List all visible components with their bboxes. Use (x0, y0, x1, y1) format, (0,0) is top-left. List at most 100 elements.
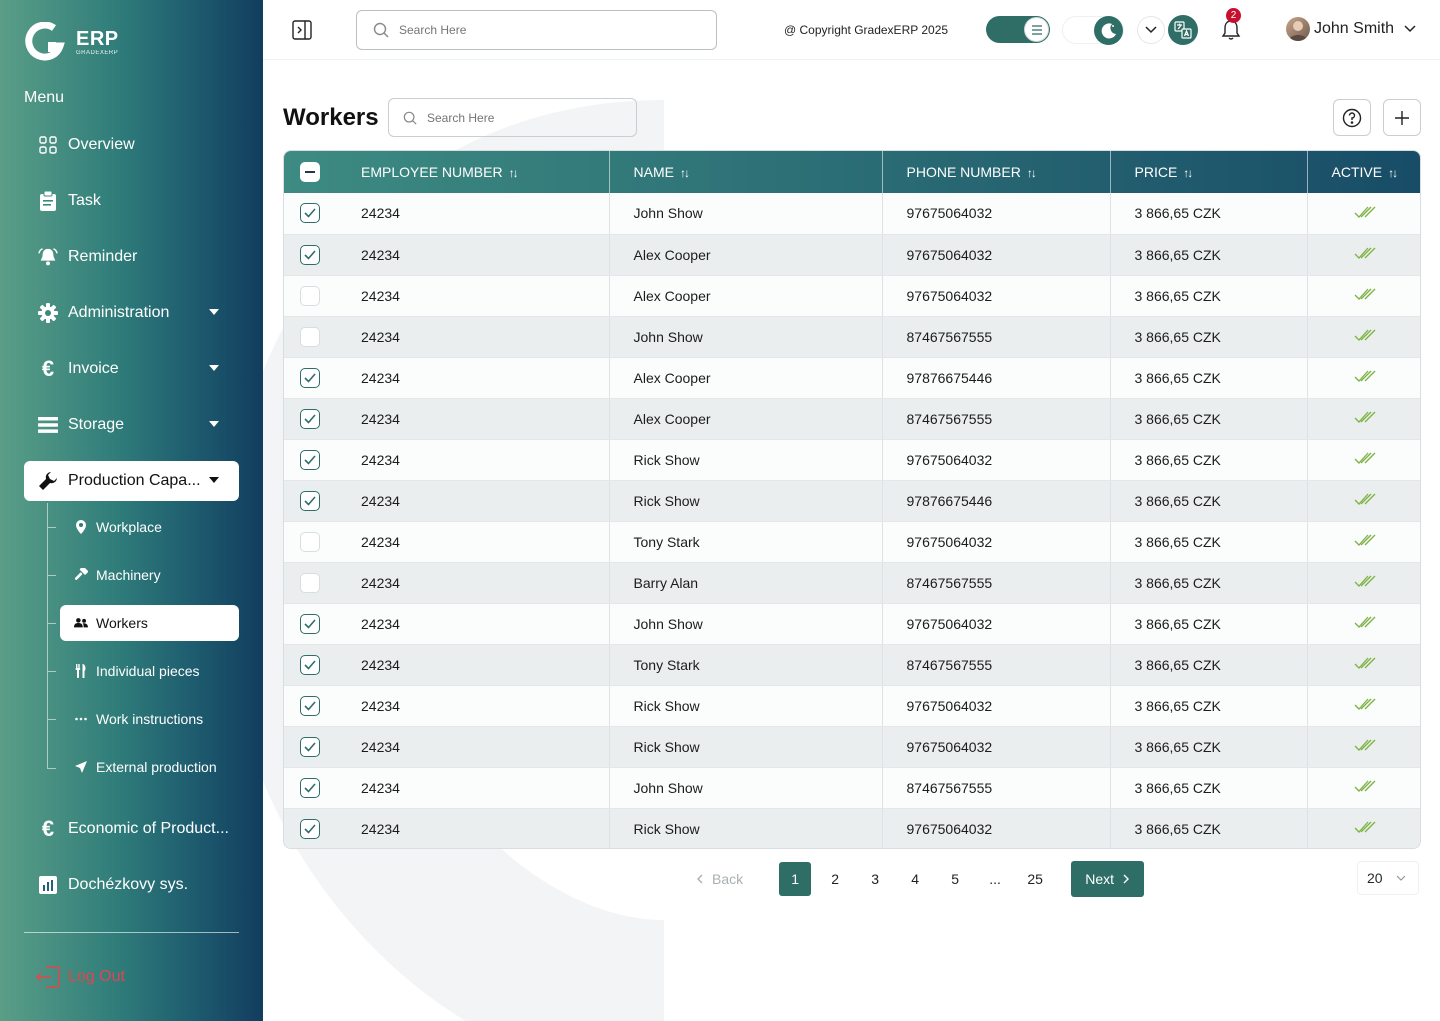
sidebar-item-reminder[interactable]: Reminder (24, 237, 239, 277)
sidebar-item-administration[interactable]: Administration (24, 293, 239, 333)
active-cell (1307, 808, 1420, 848)
row-checkbox[interactable] (300, 572, 320, 593)
dark-mode-toggle[interactable] (1062, 16, 1124, 45)
phone-number-cell: 97675064032 (882, 685, 1111, 727)
name-cell: John Show (609, 767, 883, 809)
column-header-price[interactable]: PRICE ↑↓ (1110, 151, 1308, 193)
active-cell (1307, 193, 1420, 235)
row-checkbox[interactable] (300, 531, 320, 552)
column-header-employee-number[interactable]: EMPLOYEE NUMBER ↑↓ (337, 151, 610, 193)
row-checkbox[interactable] (300, 285, 320, 306)
page-button-3[interactable]: 3 (859, 862, 891, 896)
row-checkbox[interactable] (300, 449, 320, 470)
sidebar-subitem-label: External production (96, 759, 217, 775)
pin-icon (74, 520, 88, 534)
global-search-box[interactable] (356, 10, 717, 50)
table-row[interactable]: 24234 Alex Cooper 97675064032 3 866,65 CZK (284, 275, 1420, 317)
sidebar-item-overview[interactable]: Overview (24, 125, 239, 165)
row-checkbox[interactable] (300, 203, 320, 224)
sidebar-subitem-individual-pieces[interactable]: Individual pieces (60, 653, 239, 689)
logo-mark-icon (25, 22, 65, 61)
sidebar-item-label: Storage (68, 416, 125, 433)
add-worker-button[interactable] (1383, 99, 1421, 136)
user-menu[interactable]: John Smith (1286, 17, 1416, 41)
table-row[interactable]: 24234 John Show 87467567555 3 866,65 CZK (284, 316, 1420, 358)
select-all-checkbox[interactable] (300, 162, 320, 182)
tree-tick (48, 768, 56, 769)
row-checkbox[interactable] (300, 490, 320, 511)
sidebar-subitem-external-production[interactable]: External production (60, 749, 239, 785)
table-row[interactable]: 24234 Tony Stark 87467567555 3 866,65 CZK (284, 644, 1420, 686)
sidebar-item-production-capacity[interactable]: Production Capa... (24, 461, 239, 501)
sidebar-item-economic-of-production[interactable]: € Economic of Product... (24, 809, 239, 849)
column-header-name[interactable]: NAME ↑↓ (609, 151, 883, 193)
phone-number-cell: 87467567555 (882, 644, 1111, 686)
sidebar-subitem-label: Workplace (96, 519, 162, 535)
table-row[interactable]: 24234 Rick Show 97675064032 3 866,65 CZK (284, 685, 1420, 727)
row-checkbox[interactable] (300, 654, 320, 675)
row-checkbox[interactable] (300, 326, 320, 347)
table-row[interactable]: 24234 John Show 97675064032 3 866,65 CZK (284, 193, 1420, 235)
back-button[interactable]: Back (696, 871, 743, 887)
workers-search-box[interactable] (388, 98, 637, 137)
row-checkbox[interactable] (300, 818, 320, 839)
row-checkbox[interactable] (300, 777, 320, 798)
name-cell: Tony Stark (609, 521, 883, 563)
table-row[interactable]: 24234 Barry Alan 87467567555 3 866,65 CZK (284, 562, 1420, 604)
sidebar-subitem-work-instructions[interactable]: Work instructions (60, 701, 239, 737)
row-checkbox[interactable] (300, 695, 320, 716)
sidebar-item-invoice[interactable]: € Invoice (24, 349, 239, 389)
name-cell: Rick Show (609, 439, 883, 481)
language-dropdown-button[interactable] (1137, 16, 1165, 44)
column-header-active[interactable]: ACTIVE ↑↓ (1307, 151, 1420, 193)
rows-per-page-select[interactable]: 20 (1357, 861, 1419, 895)
translate-button[interactable] (1168, 15, 1198, 45)
table-row[interactable]: 24234 Rick Show 97876675446 3 866,65 CZK (284, 480, 1420, 522)
sidebar-item-task[interactable]: Task (24, 181, 239, 221)
active-cell (1307, 685, 1420, 727)
workers-search-input[interactable] (427, 110, 627, 125)
column-header-phone-number[interactable]: PHONE NUMBER ↑↓ (882, 151, 1111, 193)
double-check-icon (1354, 575, 1376, 591)
sidebar-subitem-workers[interactable]: Workers (60, 605, 239, 641)
sidebar-item-label: Task (68, 192, 101, 209)
logout-button[interactable]: Log Out (36, 966, 125, 988)
row-checkbox[interactable] (300, 367, 320, 388)
sidebar-subitem-workplace[interactable]: Workplace (60, 509, 239, 545)
page-button-4[interactable]: 4 (899, 862, 931, 896)
table-row[interactable]: 24234 John Show 87467567555 3 866,65 CZK (284, 767, 1420, 809)
sidebar-mode-toggle[interactable] (986, 16, 1050, 43)
page-button-25[interactable]: 25 (1019, 862, 1051, 896)
employee-number-cell: 24234 (337, 439, 610, 481)
row-checkbox[interactable] (300, 244, 320, 265)
sidebar-item-attendance-system[interactable]: Dochézkovy sys. (24, 865, 239, 905)
page-button-2[interactable]: 2 (819, 862, 851, 896)
sidebar-item-label: Dochézkovy sys. (68, 876, 189, 893)
table-row[interactable]: 24234 Alex Cooper 87467567555 3 866,65 CZK (284, 398, 1420, 440)
sidebar-subitem-machinery[interactable]: Machinery (60, 557, 239, 593)
sidebar-toggle-icon[interactable] (292, 20, 312, 40)
sort-icon: ↑↓ (1026, 166, 1037, 180)
name-cell: Alex Cooper (609, 398, 883, 440)
row-checkbox[interactable] (300, 408, 320, 429)
table-row[interactable]: 24234 John Show 97675064032 3 866,65 CZK (284, 603, 1420, 645)
sidebar-item-label: Production Capa... (68, 472, 201, 489)
row-checkbox[interactable] (300, 613, 320, 634)
table-row[interactable]: 24234 Rick Show 97675064032 3 866,65 CZK (284, 726, 1420, 768)
tree-tick (48, 575, 56, 576)
table-row[interactable]: 24234 Rick Show 97675064032 3 866,65 CZK (284, 808, 1420, 848)
next-button[interactable]: Next (1071, 861, 1145, 897)
page-button-5[interactable]: 5 (939, 862, 971, 896)
sidebar-item-storage[interactable]: Storage (24, 405, 239, 445)
table-row[interactable]: 24234 Rick Show 97675064032 3 866,65 CZK (284, 439, 1420, 481)
global-search-input[interactable] (399, 23, 679, 37)
tools-icon (74, 664, 88, 678)
table-row[interactable]: 24234 Alex Cooper 97876675446 3 866,65 CZK (284, 357, 1420, 399)
table-row[interactable]: 24234 Tony Stark 97675064032 3 866,65 CZK (284, 521, 1420, 563)
row-checkbox[interactable] (300, 736, 320, 757)
table-row[interactable]: 24234 Alex Cooper 97675064032 3 866,65 CZK (284, 234, 1420, 276)
active-cell (1307, 316, 1420, 358)
page-button-1[interactable]: 1 (779, 862, 812, 896)
help-button[interactable] (1333, 99, 1371, 136)
brand-logo[interactable]: ERP GRADEXERP (24, 22, 119, 62)
